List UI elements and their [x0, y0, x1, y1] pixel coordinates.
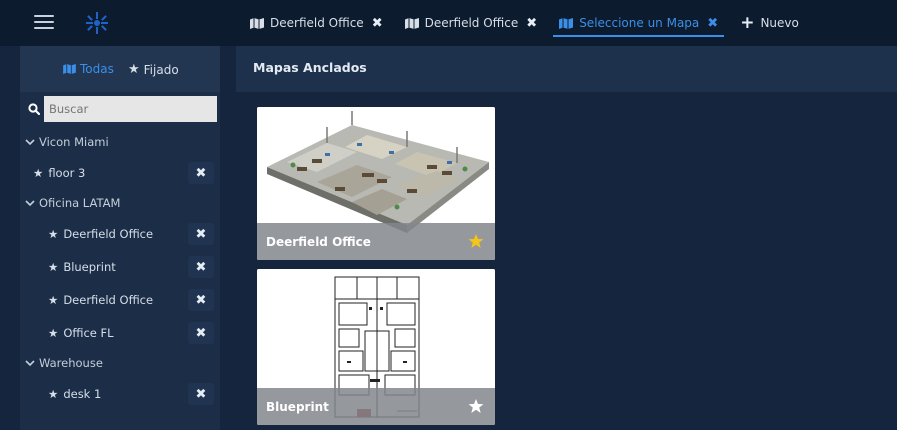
tree-item-floor-3[interactable]: ★ floor 3 ✖: [20, 156, 220, 189]
star-icon: ★: [48, 292, 59, 307]
tree-item-label: desk 1: [63, 386, 102, 401]
tab-deerfield-office-1[interactable]: Deerfield Office ✖: [250, 0, 383, 46]
chevron-down-icon: [25, 360, 35, 367]
map-tree: Vicon Miami ★ floor 3 ✖ Oficina LATAM ★ …: [20, 128, 220, 410]
star-icon: ★: [48, 259, 59, 274]
group-label: Vicon Miami: [39, 135, 109, 149]
tab-label: Deerfield Office: [270, 16, 364, 30]
map-icon: [250, 17, 264, 29]
remove-item-button[interactable]: ✖: [188, 289, 214, 311]
star-unpinned-icon[interactable]: [468, 398, 484, 414]
chevron-down-icon: [25, 200, 35, 207]
filter-pinned-tab[interactable]: ★ Fijado: [128, 62, 179, 77]
star-icon: ★: [48, 325, 59, 340]
new-tab-label: Nuevo: [760, 16, 799, 30]
remove-item-button[interactable]: ✖: [188, 256, 214, 278]
top-bar: Deerfield Office ✖ Deerfield Office ✖ Se…: [0, 0, 897, 46]
tab-label: Deerfield Office: [424, 16, 519, 30]
search-input[interactable]: [44, 96, 217, 122]
remove-item-button[interactable]: ✖: [188, 223, 214, 245]
card-caption: Deerfield Office: [257, 223, 495, 260]
star-icon: ★: [128, 62, 140, 77]
tree-item-label: Blueprint: [63, 259, 116, 274]
tree-item-label: floor 3: [48, 165, 86, 180]
filter-pinned-label: Fijado: [143, 62, 179, 77]
map-card-deerfield-office[interactable]: Deerfield Office: [257, 107, 495, 260]
tab-deerfield-office-2[interactable]: Deerfield Office ✖: [404, 0, 537, 46]
filter-all-label: Todas: [80, 62, 114, 76]
tree-group-warehouse[interactable]: Warehouse: [20, 349, 220, 377]
map-icon: [559, 17, 574, 29]
map-icon: [63, 64, 76, 74]
tree-item-label: Deerfield Office: [63, 226, 154, 241]
card-title: Deerfield Office: [266, 235, 371, 249]
main-header: Mapas Anclados: [236, 46, 897, 92]
remove-item-button[interactable]: ✖: [188, 162, 214, 184]
tab-label: Seleccione un Mapa: [579, 16, 700, 30]
close-tab-icon[interactable]: ✖: [707, 16, 718, 31]
app-logo-icon: [86, 12, 108, 34]
tree-item-deerfield-office-2[interactable]: ★ Deerfield Office ✖: [20, 283, 220, 316]
tab-seleccione-un-mapa[interactable]: Seleccione un Mapa ✖: [553, 0, 725, 46]
map-card-blueprint[interactable]: Blueprint: [257, 269, 495, 425]
star-icon: ★: [48, 226, 59, 241]
card-title: Blueprint: [266, 400, 329, 414]
tree-item-desk-1[interactable]: ★ desk 1 ✖: [20, 377, 220, 410]
card-caption: Blueprint: [257, 388, 495, 425]
search-icon: [24, 96, 44, 122]
plus-icon: +: [740, 12, 755, 33]
search-box: [24, 96, 217, 122]
tree-group-vicon-miami[interactable]: Vicon Miami: [20, 128, 220, 156]
tree-item-label: Deerfield Office: [63, 292, 154, 307]
tree-item-label: Office FL: [63, 325, 114, 340]
chevron-down-icon: [25, 139, 35, 146]
star-pinned-icon[interactable]: [468, 233, 484, 249]
close-tab-icon[interactable]: ✖: [526, 16, 537, 31]
new-tab-button[interactable]: + Nuevo: [740, 0, 799, 46]
hamburger-icon[interactable]: [34, 15, 54, 29]
group-label: Oficina LATAM: [39, 196, 121, 210]
group-label: Warehouse: [39, 356, 103, 370]
star-icon: ★: [48, 386, 59, 401]
sidebar-filter-bar: Todas ★ Fijado: [20, 46, 220, 92]
star-icon: ★: [33, 165, 44, 180]
tree-item-deerfield-office[interactable]: ★ Deerfield Office ✖: [20, 217, 220, 250]
tree-item-blueprint[interactable]: ★ Blueprint ✖: [20, 250, 220, 283]
close-tab-icon[interactable]: ✖: [372, 16, 383, 31]
sidebar: Todas ★ Fijado Vicon Miami ★ floor 3 ✖ O…: [20, 46, 220, 430]
remove-item-button[interactable]: ✖: [188, 322, 214, 344]
page-title: Mapas Anclados: [253, 60, 367, 75]
remove-item-button[interactable]: ✖: [188, 383, 214, 405]
tree-group-oficina-latam[interactable]: Oficina LATAM: [20, 189, 220, 217]
filter-all-tab[interactable]: Todas: [63, 62, 114, 76]
map-icon: [404, 17, 419, 29]
tree-item-office-fl[interactable]: ★ Office FL ✖: [20, 316, 220, 349]
